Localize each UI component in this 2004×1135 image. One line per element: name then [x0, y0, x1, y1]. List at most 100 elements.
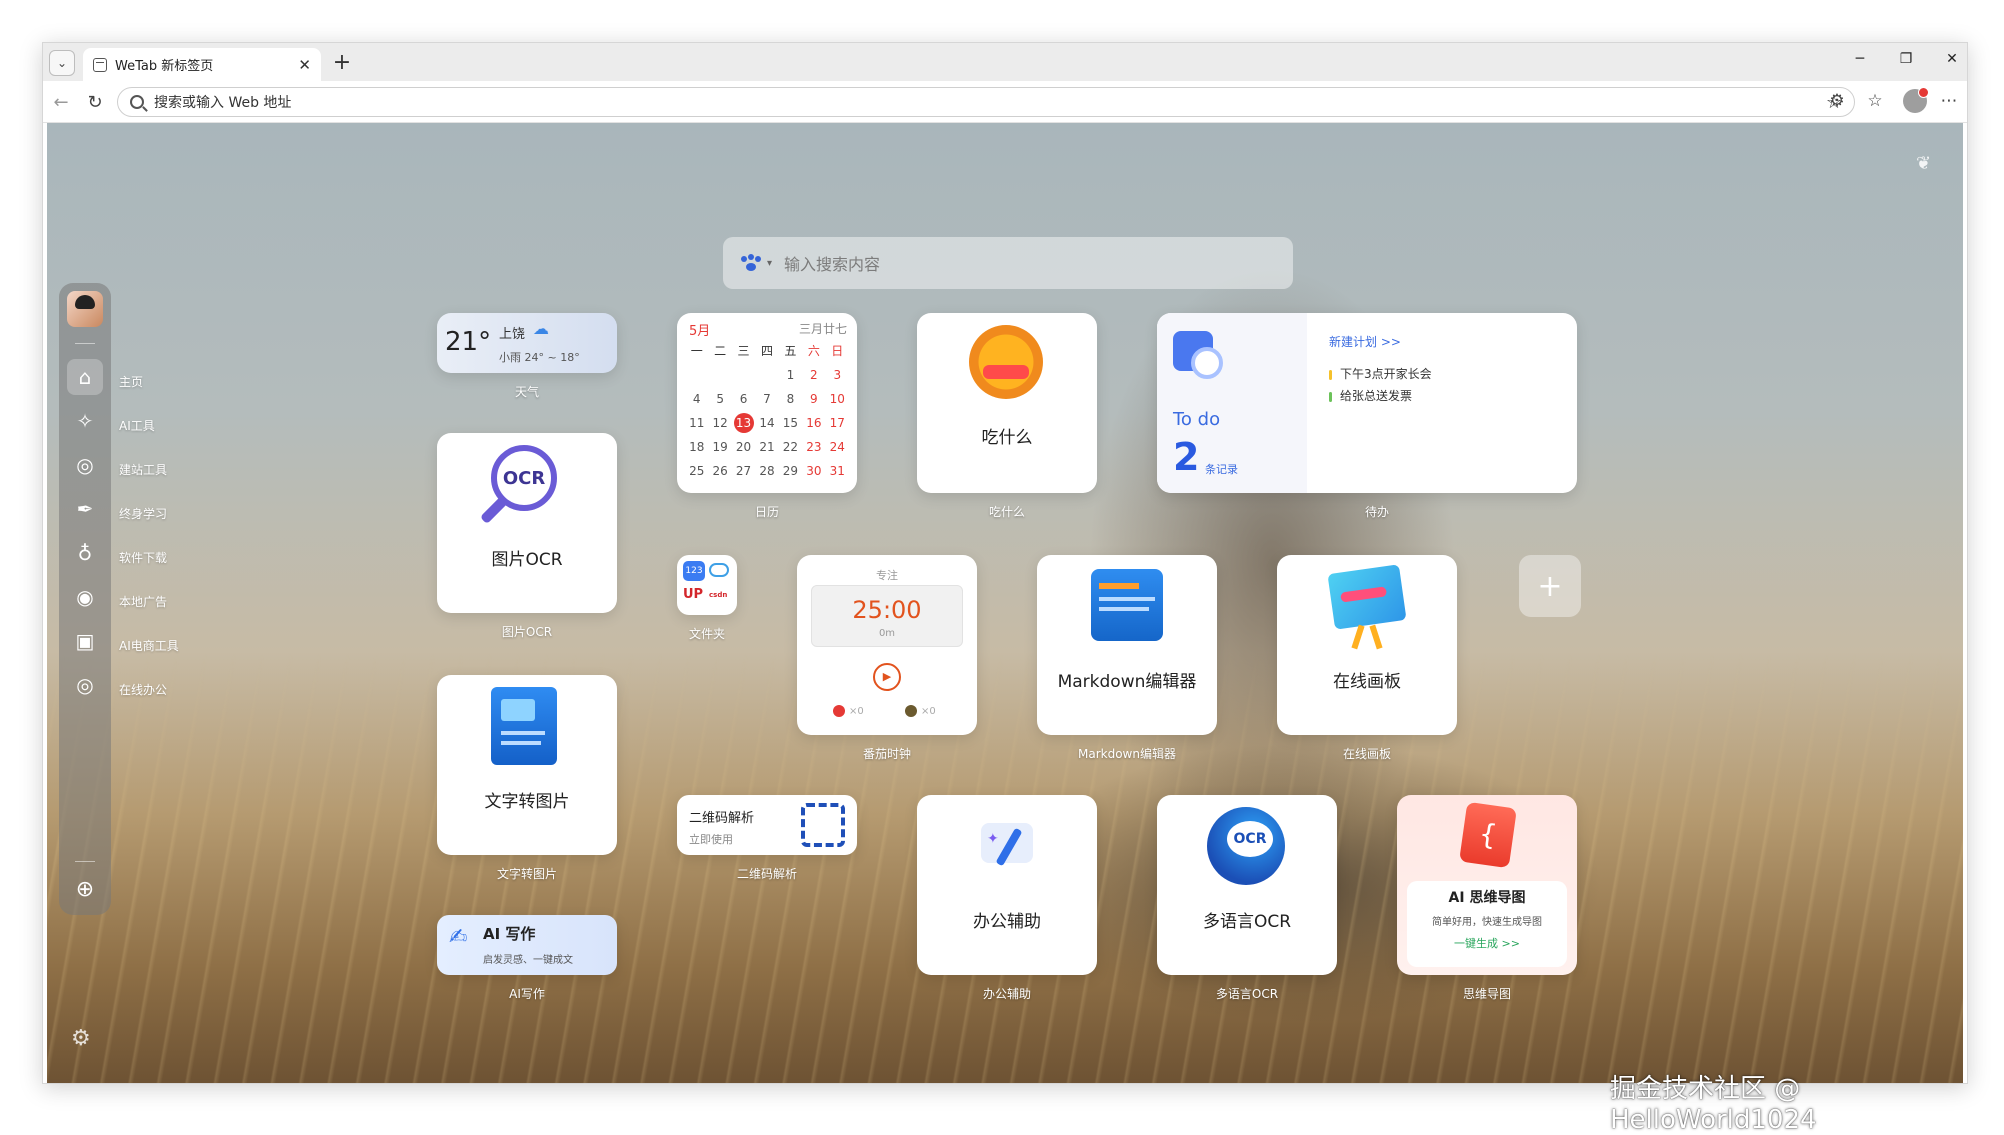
image-ocr-app[interactable]: OCR 图片OCR	[437, 433, 617, 613]
calendar-day[interactable]: 12	[708, 413, 731, 433]
sidebar-item-ai-tools[interactable]: ✧	[67, 403, 103, 439]
search-input[interactable]: ▾ 输入搜索内容	[723, 237, 1293, 289]
calendar-day[interactable]: 15	[779, 413, 802, 433]
minimize-button[interactable]: ─	[1849, 51, 1871, 67]
calendar-day[interactable]: 11	[685, 413, 708, 433]
sidebar-item-ads[interactable]: ◉	[67, 579, 103, 615]
calendar-day[interactable]: 5	[708, 389, 731, 409]
sidebar-label[interactable]: 建站工具	[119, 461, 167, 478]
settings-gear-icon[interactable]: ⚙	[71, 1026, 91, 1051]
calendar-day[interactable]: 29	[779, 461, 802, 481]
calendar-day[interactable]: 2	[802, 365, 825, 385]
calendar-day[interactable]: 3	[826, 365, 849, 385]
calendar-widget[interactable]: 5月 三月廿七 一二三四五六日 1 2 3 4 5 6 7 8 9 10 11 12 13 14 15 16 17…	[677, 313, 857, 493]
sidebar-item-software[interactable]: ♁	[67, 535, 103, 571]
text2img-title: 文字转图片	[484, 792, 570, 812]
engine-dropdown-icon[interactable]: ▾	[767, 258, 772, 269]
calendar-day[interactable]: 25	[685, 461, 708, 481]
sidebar-item-ecommerce[interactable]: ▣	[67, 623, 103, 659]
calendar-day[interactable]: 8	[779, 389, 802, 409]
whiteboard-app[interactable]: 在线画板	[1277, 555, 1457, 735]
sidebar-add-button[interactable]: ⊕	[67, 871, 103, 907]
calendar-day[interactable]: 27	[732, 461, 755, 481]
sidebar-item-site-tools[interactable]: ◎	[67, 447, 103, 483]
calendar-day[interactable]: 18	[685, 437, 708, 457]
cloud-app-icon	[709, 563, 729, 577]
calendar-day[interactable]: 20	[732, 437, 755, 457]
calendar-day[interactable]: 4	[685, 389, 708, 409]
calendar-day[interactable]: 26	[708, 461, 731, 481]
calendar-day[interactable]: 13	[733, 413, 754, 433]
calendar-day[interactable]: 16	[802, 413, 825, 433]
todo-caption: 待办	[1364, 505, 1389, 519]
office-assistant-app[interactable]: ✦ 办公辅助	[917, 795, 1097, 975]
text2img-caption: 文字转图片	[496, 867, 557, 881]
add-widget-button[interactable]: +	[1519, 555, 1581, 617]
calendar-day[interactable]: 6	[732, 389, 755, 409]
back-button[interactable]: ←	[49, 90, 73, 114]
sidebar-label[interactable]: AI电商工具	[119, 637, 179, 654]
calendar-day[interactable]: 1	[779, 365, 802, 385]
calendar-day[interactable]: 14	[755, 413, 778, 433]
restore-button[interactable]: ❐	[1895, 51, 1917, 67]
play-button[interactable]: ▶	[873, 663, 901, 691]
pomodoro-widget[interactable]: 专注 25:00 0m ▶ ×0 ×0	[797, 555, 977, 735]
qr-code-parser-app[interactable]: 二维码解析 立即使用	[677, 795, 857, 855]
calendar-day[interactable]: 21	[755, 437, 778, 457]
calendar-day[interactable]: 9	[802, 389, 825, 409]
sidebar-label[interactable]: 主页	[119, 373, 143, 390]
favorites-icon[interactable]: ☆	[1863, 91, 1887, 111]
calendar-day[interactable]: 17	[826, 413, 849, 433]
more-menu-icon[interactable]: ⋯	[1937, 91, 1961, 111]
calendar-day[interactable]: 24	[826, 437, 849, 457]
sidebar-label[interactable]: 在线办公	[119, 681, 167, 698]
profile-avatar[interactable]	[1903, 87, 1929, 113]
new-tab-button[interactable]: +	[329, 49, 355, 75]
sidebar-item-office[interactable]: ◎	[67, 667, 103, 703]
new-plan-link[interactable]: 新建计划 >>	[1329, 333, 1401, 350]
sidebar-label[interactable]: 本地广告	[119, 593, 167, 610]
pen-nib-icon: ✒	[76, 497, 94, 521]
address-bar[interactable]: 搜索或输入 Web 地址 ☆	[117, 87, 1855, 117]
reload-button[interactable]: ↻	[83, 90, 107, 114]
ai-writing-app[interactable]: ✍ AI 写作 启发灵感、一键成文	[437, 915, 617, 975]
calendar-weekday: 四	[760, 344, 773, 358]
todo-widget[interactable]: To do 2 条记录 新建计划 >> 下午3点开家长会 给张总送发票	[1157, 313, 1577, 493]
multiocr-logo-icon: OCR	[1207, 807, 1285, 885]
calendar-day[interactable]: 7	[755, 389, 778, 409]
extensions-icon[interactable]: ⚙	[1825, 91, 1849, 111]
mindmap-action-link[interactable]: 一键生成 >>	[1407, 935, 1567, 951]
sidebar-label[interactable]: 软件下载	[119, 549, 167, 566]
markdown-editor-app[interactable]: Markdown编辑器	[1037, 555, 1217, 735]
weather-widget[interactable]: 21° 上饶 ☁ 小雨 24° ~ 18°	[437, 313, 617, 373]
text-to-image-app[interactable]: 文字转图片	[437, 675, 617, 855]
ai-mindmap-app[interactable]: { AI 思维导图 简单好用，快速生成导图 一键生成 >>	[1397, 795, 1577, 975]
calendar-day[interactable]: 10	[826, 389, 849, 409]
tab-wetab[interactable]: WeTab 新标签页 ✕	[83, 48, 321, 81]
folder-caption: 文件夹	[688, 627, 725, 641]
multilingual-ocr-app[interactable]: OCR 多语言OCR	[1157, 795, 1337, 975]
sidebar-label[interactable]: AI工具	[119, 417, 155, 434]
close-window-button[interactable]: ✕	[1941, 51, 1963, 67]
markdown-editor-icon	[1091, 569, 1163, 641]
calendar-day[interactable]: 23	[802, 437, 825, 457]
calendar-day[interactable]: 31	[826, 461, 849, 481]
tab-actions-menu-button[interactable]: ⌄	[49, 50, 75, 76]
eat-widget[interactable]: 吃什么	[917, 313, 1097, 493]
wetab-new-tab-page: ❦ ▾ 输入搜索内容 ⌂ ✧ ◎ ✒ ♁ ◉ ▣ ◎ ⊕ 主页 AI工具 建站工…	[47, 123, 1963, 1083]
sidebar-label[interactable]: 终身学习	[119, 505, 167, 522]
leaf-icon[interactable]: ❦	[1916, 153, 1942, 174]
baidu-paw-icon[interactable]	[741, 254, 761, 272]
folder-widget[interactable]: 123 UP csdn	[677, 555, 737, 615]
ocr-title: 图片OCR	[491, 550, 563, 570]
calendar-day[interactable]: 19	[708, 437, 731, 457]
calendar-day[interactable]: 28	[755, 461, 778, 481]
close-icon[interactable]: ✕	[298, 56, 311, 74]
user-avatar[interactable]	[67, 291, 103, 327]
calendar-day[interactable]: 30	[802, 461, 825, 481]
todo-item[interactable]: 下午3点开家长会	[1329, 365, 1432, 382]
calendar-day[interactable]: 22	[779, 437, 802, 457]
todo-item[interactable]: 给张总送发票	[1329, 387, 1412, 404]
sidebar-item-home[interactable]: ⌂	[67, 359, 103, 395]
sidebar-item-learning[interactable]: ✒	[67, 491, 103, 527]
